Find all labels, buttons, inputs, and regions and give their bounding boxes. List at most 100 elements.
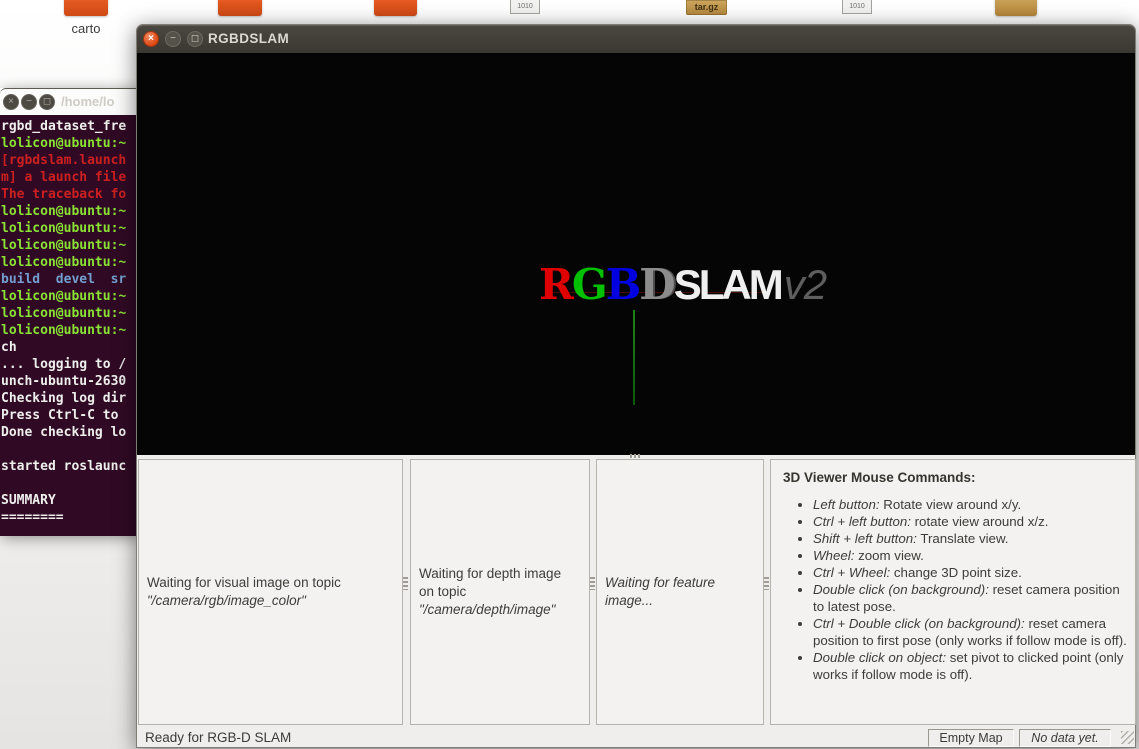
- close-icon[interactable]: ×: [143, 31, 159, 47]
- icon-label-clipped: .....: [840, 20, 876, 23]
- window-title: RGBDSLAM: [208, 31, 290, 46]
- rgbdslam-logo: RGBDSLAMv2: [539, 260, 827, 309]
- command-item: Ctrl + Double click (on background): res…: [813, 615, 1131, 649]
- resize-grip[interactable]: [1121, 731, 1134, 744]
- 3d-viewer[interactable]: RGBDSLAMv2: [137, 53, 1135, 455]
- visual-image-panel: Waiting for visual image on topic "/came…: [138, 459, 403, 725]
- maximize-icon[interactable]: ◻: [187, 31, 203, 47]
- mouse-commands-panel: 3D Viewer Mouse Commands: Left button: R…: [770, 459, 1136, 725]
- file-icon-1010[interactable]: 1010: [842, 0, 872, 14]
- visual-topic-text: "/camera/rgb/image_color": [147, 593, 306, 608]
- terminal-window: × − ◻ /home/lo rgbd_dataset_fre lolicon@…: [0, 88, 139, 536]
- icon-label-clipped: .....: [508, 20, 544, 23]
- terminal-line: lolicon@ubuntu:~: [1, 238, 127, 253]
- file-icon-1010[interactable]: 1010: [510, 0, 540, 14]
- icon-label-clipped: .....: [376, 20, 416, 23]
- terminal-line: lolicon@ubuntu:~: [1, 221, 127, 236]
- logo-letter-b: B: [605, 260, 641, 309]
- minimize-icon[interactable]: −: [21, 94, 37, 110]
- logo-letter-g: G: [571, 260, 608, 309]
- folder-icon[interactable]: [218, 0, 262, 16]
- status-message: Ready for RGB-D SLAM: [145, 730, 292, 745]
- terminal-line: Press Ctrl-C to: [1, 408, 127, 423]
- archive-icon-targz[interactable]: tar.gz: [686, 0, 727, 15]
- depth-topic-text: "/camera/depth/image": [419, 602, 556, 617]
- command-item: Ctrl + left button: rotate view around x…: [813, 513, 1131, 530]
- terminal-line: ch: [1, 340, 17, 355]
- maximize-icon[interactable]: ◻: [39, 94, 55, 110]
- minimize-icon[interactable]: −: [165, 31, 181, 47]
- command-key: Ctrl + Double click (on background):: [813, 616, 1025, 631]
- command-item: Double click (on background): reset came…: [813, 581, 1131, 615]
- feature-waiting-text: Waiting for feature image...: [605, 575, 716, 608]
- depth-waiting-text: Waiting for depth image on topic: [419, 566, 562, 599]
- command-key: Wheel:: [813, 548, 855, 563]
- terminal-line: ... logging to /: [1, 357, 127, 372]
- command-desc: zoom view.: [854, 548, 924, 563]
- terminal-line: [rgbdslam.launch: [1, 153, 127, 168]
- command-desc: Rotate view around x/y.: [879, 497, 1022, 512]
- terminal-line: lolicon@ubuntu:~: [1, 255, 127, 270]
- folder-icon-tan[interactable]: [995, 0, 1037, 16]
- terminal-line: lolicon@ubuntu:~: [1, 323, 127, 338]
- terminal-line: Done checking lo: [1, 425, 127, 440]
- icon-label-clipped: .....: [997, 20, 1035, 23]
- command-key: Ctrl + left button:: [813, 514, 911, 529]
- splitter-handle[interactable]: [590, 577, 595, 590]
- terminal-line: Checking log dir: [1, 391, 127, 406]
- terminal-line: m] a launch file: [1, 170, 127, 185]
- splitter-handle[interactable]: [403, 577, 408, 590]
- terminal-titlebar[interactable]: × − ◻ /home/lo: [0, 88, 139, 115]
- terminal-line: lolicon@ubuntu:~: [1, 306, 127, 321]
- rgbdslam-window: × − ◻ RGBDSLAM RGBDSLAMv2 Waiting for vi…: [136, 24, 1136, 748]
- terminal-line: ========: [1, 510, 64, 525]
- terminal-line: The traceback fo: [1, 187, 127, 202]
- terminal-line: lolicon@ubuntu:~: [1, 289, 127, 304]
- splitter-handle[interactable]: [764, 577, 769, 590]
- feature-image-panel: Waiting for feature image...: [596, 459, 764, 725]
- command-key: Shift + left button:: [813, 531, 917, 546]
- map-status-badge: Empty Map: [928, 729, 1014, 747]
- terminal-line: build devel sr: [1, 272, 127, 287]
- logo-version: v2: [783, 261, 827, 308]
- command-item: Double click on object: set pivot to cli…: [813, 649, 1131, 683]
- terminal-line: SUMMARY: [1, 493, 56, 508]
- command-desc: change 3D point size.: [890, 565, 1022, 580]
- data-status-badge: No data yet.: [1019, 729, 1111, 747]
- visual-waiting-text: Waiting for visual image on topic: [147, 575, 341, 590]
- terminal-line: rgbd_dataset_fre: [1, 119, 127, 134]
- command-item: Shift + left button: Translate view.: [813, 530, 1131, 547]
- terminal-title: /home/lo: [61, 94, 115, 109]
- splitter-handle-horizontal[interactable]: [630, 454, 642, 458]
- logo-letter-r: R: [539, 260, 574, 309]
- command-desc: Translate view.: [916, 531, 1009, 546]
- app-titlebar[interactable]: × − ◻ RGBDSLAM: [137, 25, 1135, 53]
- icon-label-clipped: .....: [220, 20, 260, 23]
- mouse-commands-title: 3D Viewer Mouse Commands:: [783, 470, 976, 485]
- icon-label-carto[interactable]: carto: [56, 21, 116, 36]
- logo-letter-d: D: [639, 260, 675, 309]
- terminal-output[interactable]: rgbd_dataset_fre lolicon@ubuntu:~ [rgbds…: [0, 115, 139, 536]
- folder-icon-carto[interactable]: [64, 0, 108, 16]
- terminal-line: unch-ubuntu-2630: [1, 374, 127, 389]
- terminal-line: started roslaunc: [1, 459, 127, 474]
- command-key: Double click on object:: [813, 650, 947, 665]
- command-desc: rotate view around x/z.: [910, 514, 1049, 529]
- terminal-line: lolicon@ubuntu:~: [1, 136, 127, 151]
- close-icon[interactable]: ×: [3, 94, 19, 110]
- mouse-commands-list: Left button: Rotate view around x/y. Ctr…: [783, 496, 1131, 683]
- command-item: Ctrl + Wheel: change 3D point size.: [813, 564, 1131, 581]
- y-axis-line: [633, 310, 635, 405]
- command-key: Left button:: [813, 497, 880, 512]
- command-item: Left button: Rotate view around x/y.: [813, 496, 1131, 513]
- command-item: Wheel: zoom view.: [813, 547, 1131, 564]
- terminal-line: lolicon@ubuntu:~: [1, 204, 127, 219]
- folder-icon[interactable]: [374, 0, 417, 16]
- command-key: Double click (on background):: [813, 582, 989, 597]
- command-key: Ctrl + Wheel:: [813, 565, 891, 580]
- status-bar: Ready for RGB-D SLAM Empty Map No data y…: [137, 727, 1135, 748]
- depth-image-panel: Waiting for depth image on topic "/camer…: [410, 459, 590, 725]
- logo-slam: SLAM: [673, 261, 784, 308]
